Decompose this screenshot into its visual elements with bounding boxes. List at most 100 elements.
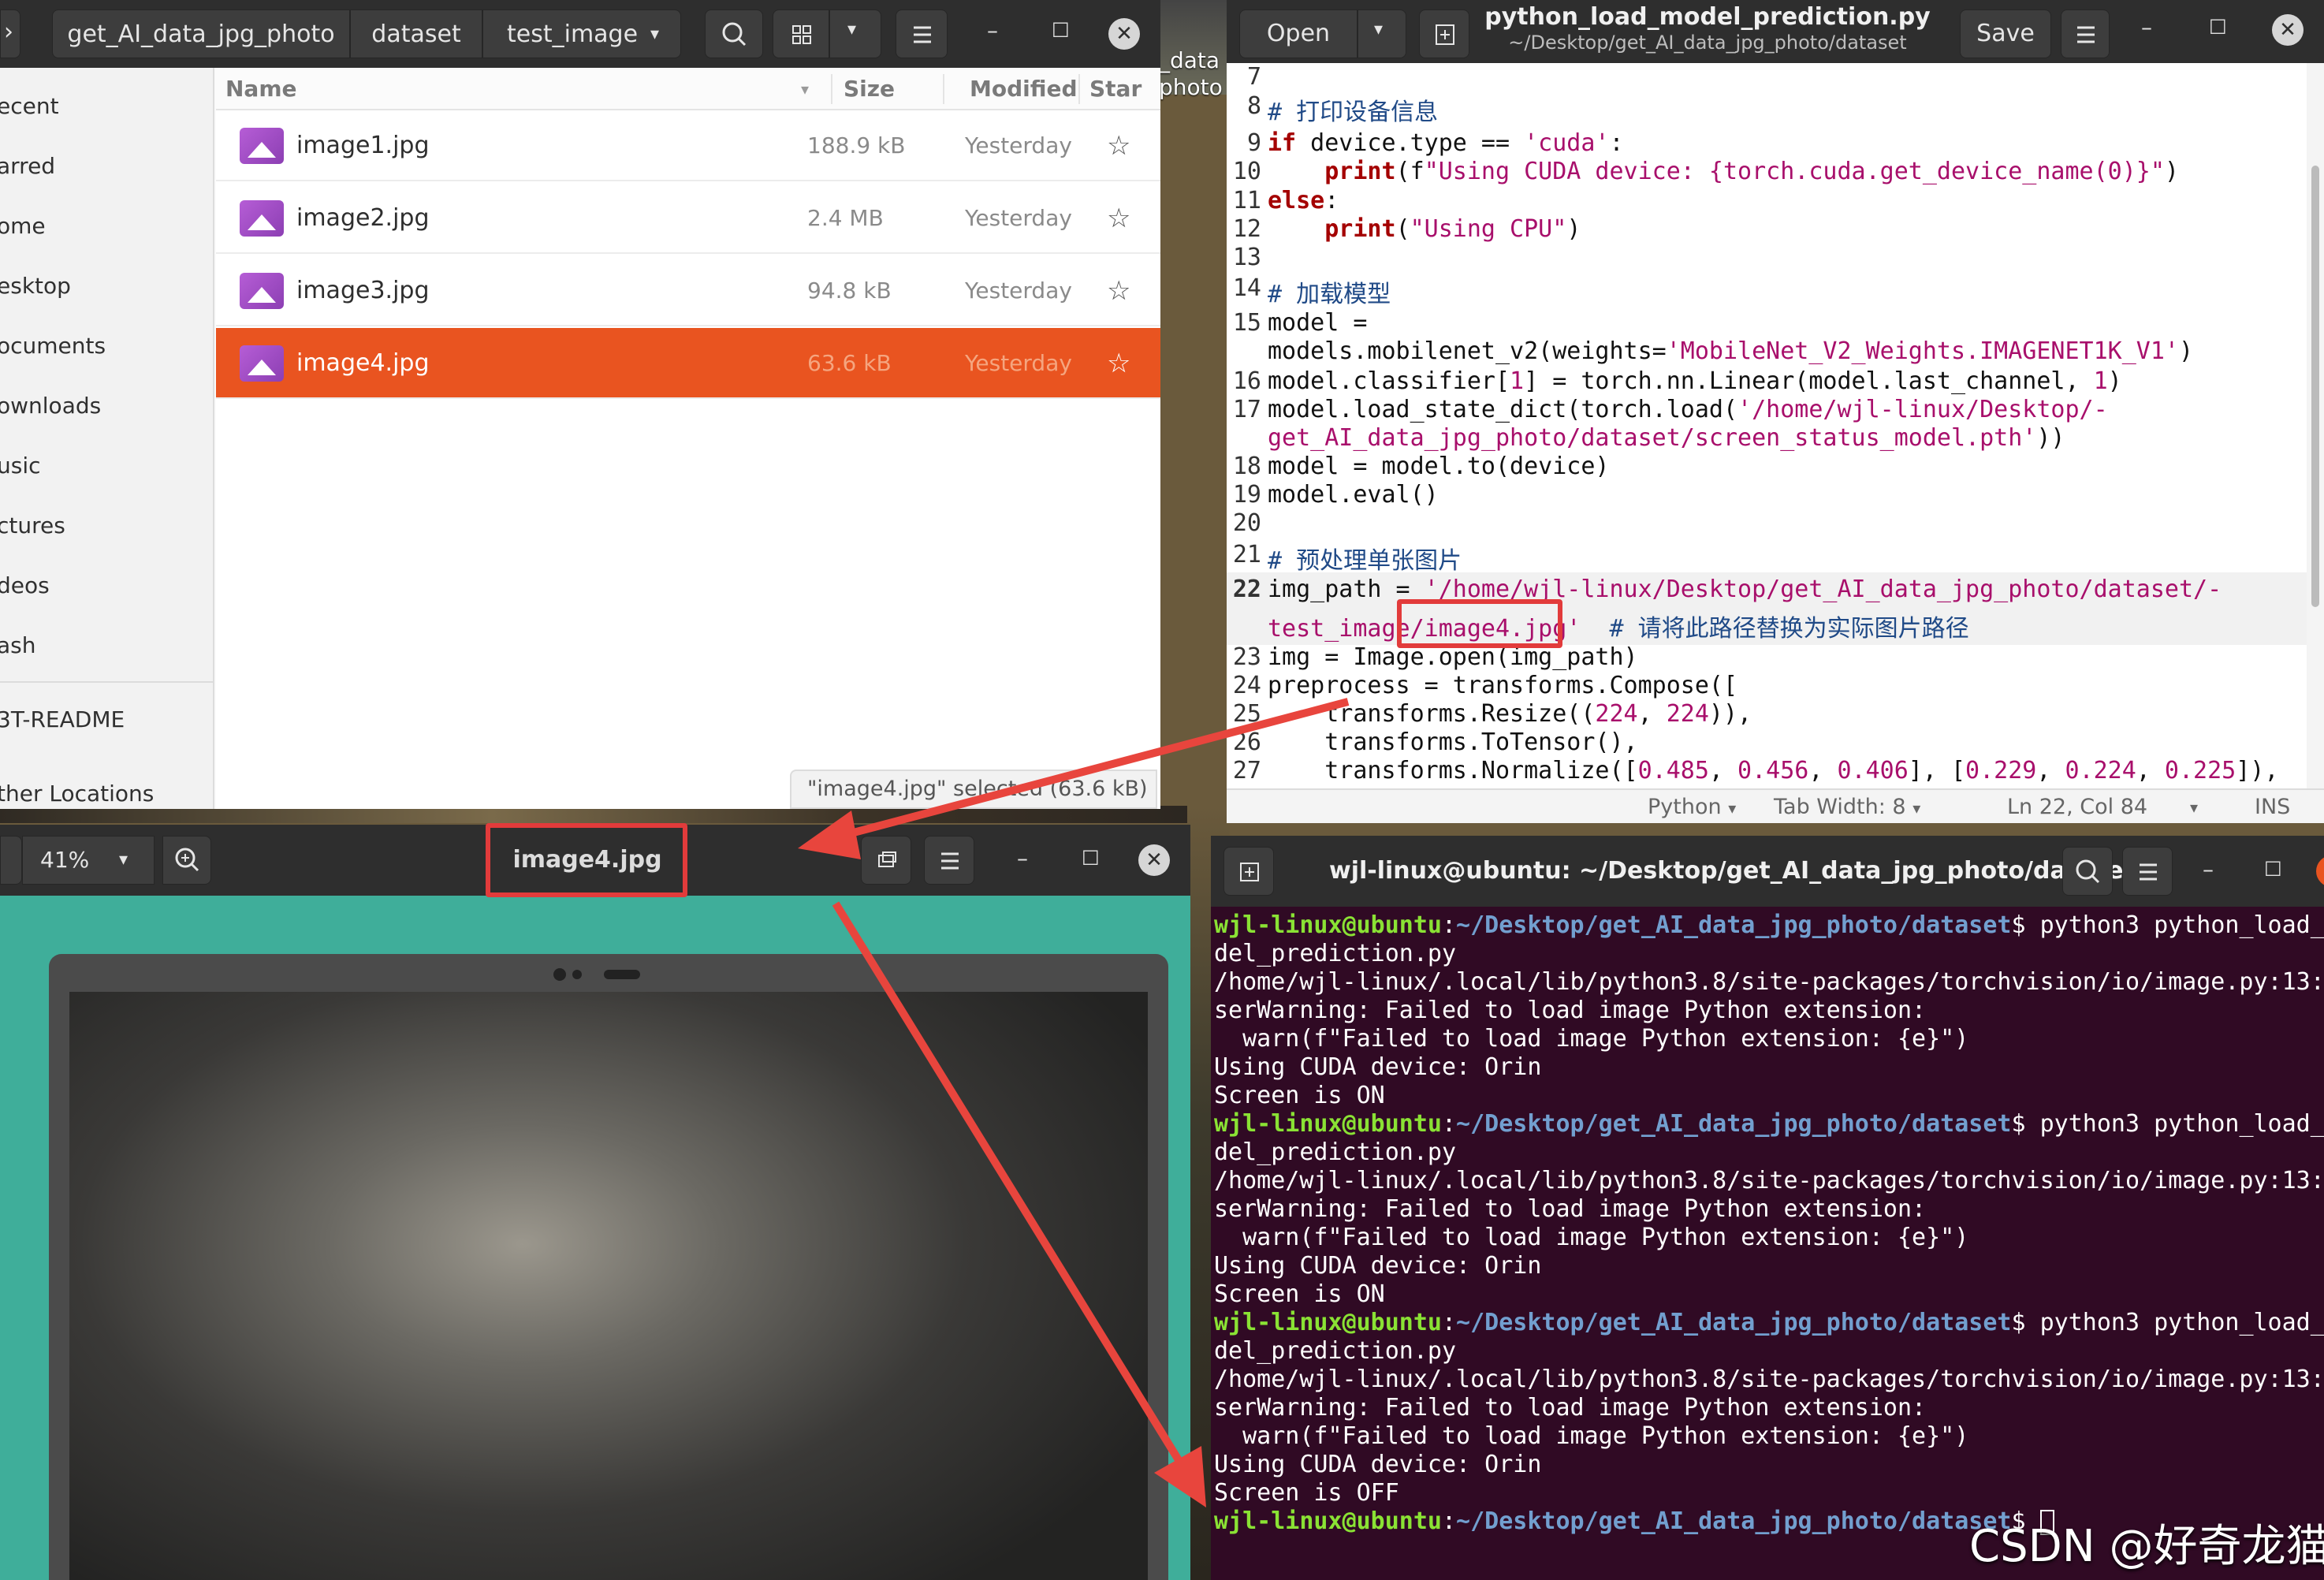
sidebar-item-readme[interactable]: 3T-README bbox=[0, 706, 125, 732]
code-line: test_image/image4.jpg' # 请将此路径替换为实际图片路径 bbox=[1268, 615, 1969, 643]
sidebar-item-other-locations[interactable]: ther Locations bbox=[0, 781, 154, 807]
chevron-down-icon: ▾ bbox=[650, 24, 660, 44]
annotation-box-path bbox=[1397, 599, 1562, 648]
terminal-line: del_prediction.py bbox=[1214, 1337, 1457, 1365]
terminal-menu-button[interactable] bbox=[2122, 847, 2173, 896]
maximize-icon[interactable]: □ bbox=[2264, 856, 2282, 878]
zoom-in-icon bbox=[175, 848, 199, 872]
minimize-icon[interactable]: – bbox=[2141, 14, 2152, 40]
column-name[interactable]: Name bbox=[225, 68, 297, 110]
sidebar-item-home[interactable]: ome bbox=[0, 213, 46, 239]
back-button[interactable]: › bbox=[0, 9, 20, 58]
sidebar-item-desktop[interactable]: esktop bbox=[0, 273, 71, 299]
terminal-output[interactable]: wjl-linux@ubuntu:~/Desktop/get_AI_data_j… bbox=[1211, 907, 2324, 1580]
breadcrumb-item[interactable]: get_AI_data_jpg_photo bbox=[52, 9, 350, 58]
table-row-selected[interactable]: image4.jpg 63.6 kB Yesterday ☆ bbox=[216, 328, 1160, 399]
sidebar-item-pictures[interactable]: ctures bbox=[0, 512, 65, 538]
file-modified: Yesterday bbox=[965, 205, 1072, 231]
open-dropdown-button[interactable]: ▾ bbox=[1358, 9, 1406, 58]
chevron-down-icon: ▾ bbox=[1728, 799, 1737, 818]
close-icon[interactable]: ✕ bbox=[2272, 14, 2304, 46]
sidebar-item-downloads[interactable]: ownloads bbox=[0, 393, 101, 419]
search-button[interactable] bbox=[705, 9, 763, 58]
line-number: 12 bbox=[1232, 215, 1261, 243]
column-star[interactable]: Star bbox=[1089, 68, 1142, 110]
code-line: transforms.Resize((224, 224)), bbox=[1268, 700, 1752, 728]
view-grid-button[interactable] bbox=[773, 9, 829, 58]
sidebar-item-starred[interactable]: arred bbox=[0, 153, 55, 179]
save-button[interactable]: Save bbox=[1960, 9, 2051, 58]
chevron-down-icon: ▾ bbox=[1912, 799, 1921, 818]
column-size[interactable]: Size bbox=[844, 68, 895, 110]
maximize-icon[interactable]: □ bbox=[2209, 14, 2227, 36]
scrollbar-thumb[interactable] bbox=[2311, 166, 2319, 607]
slideshow-button[interactable] bbox=[861, 836, 911, 885]
open-button[interactable]: Open bbox=[1239, 9, 1358, 58]
zoom-out-button[interactable] bbox=[0, 836, 22, 885]
terminal-line: warn(f"Failed to load image Python exten… bbox=[1214, 1224, 1969, 1251]
cursor-position[interactable]: Ln 22, Col 84 bbox=[2007, 793, 2147, 822]
terminal-line: /home/wjl-linux/.local/lib/python3.8/sit… bbox=[1214, 1366, 2324, 1393]
terminal-line: del_prediction.py bbox=[1214, 940, 1457, 967]
terminal-search-button[interactable] bbox=[2062, 847, 2113, 896]
close-icon[interactable] bbox=[2316, 855, 2324, 887]
table-row[interactable]: image2.jpg 2.4 MB Yesterday ☆ bbox=[216, 183, 1160, 254]
viewer-menu-button[interactable] bbox=[924, 836, 974, 885]
file-name: image3.jpg bbox=[296, 277, 430, 304]
star-icon[interactable]: ☆ bbox=[1107, 183, 1130, 254]
star-icon[interactable]: ☆ bbox=[1107, 255, 1130, 326]
terminal-line: del_prediction.py bbox=[1214, 1138, 1457, 1166]
code-line: # 打印设备信息 bbox=[1268, 99, 1439, 126]
minimize-icon[interactable]: – bbox=[987, 17, 998, 43]
sidebar-item-music[interactable]: usic bbox=[0, 453, 41, 479]
code-view[interactable]: 7 8 9 10 11 12 13 14 15 16 17 18 19 20 2… bbox=[1227, 63, 2307, 788]
minimize-icon[interactable]: – bbox=[2203, 856, 2214, 882]
editor-scrollbar[interactable] bbox=[2307, 63, 2324, 788]
line-number: 24 bbox=[1232, 672, 1261, 699]
file-modified: Yesterday bbox=[965, 350, 1072, 376]
maximize-icon[interactable]: □ bbox=[1082, 845, 1100, 867]
new-tab-button[interactable] bbox=[1419, 9, 1469, 58]
file-size: 63.6 kB bbox=[807, 350, 892, 376]
breadcrumb-item-current[interactable]: test_image ▾ bbox=[482, 9, 681, 58]
sidebar-item-recent[interactable]: ecent bbox=[0, 93, 59, 119]
annotation-box-title bbox=[486, 823, 687, 897]
star-icon[interactable]: ☆ bbox=[1107, 328, 1130, 399]
close-icon[interactable]: ✕ bbox=[1108, 18, 1140, 50]
table-row[interactable]: image3.jpg 94.8 kB Yesterday ☆ bbox=[216, 255, 1160, 326]
maximize-icon[interactable]: □ bbox=[1052, 17, 1070, 39]
sort-arrow-icon[interactable]: ▾ bbox=[801, 68, 809, 110]
column-modified[interactable]: Modified bbox=[970, 68, 1078, 110]
sidebar-item-documents[interactable]: ocuments bbox=[0, 333, 106, 359]
table-row[interactable]: image1.jpg 188.9 kB Yesterday ☆ bbox=[216, 110, 1160, 181]
hamburger-icon bbox=[914, 26, 931, 43]
grid-icon bbox=[792, 25, 811, 44]
terminal-line: serWarning: Failed to load image Python … bbox=[1214, 1195, 1927, 1223]
sidebar-item-trash[interactable]: ash bbox=[0, 632, 36, 658]
minimize-icon[interactable]: – bbox=[1017, 845, 1028, 871]
chevron-down-icon[interactable]: ▾ bbox=[2190, 793, 2198, 822]
zoom-level-selector[interactable]: 41% ▾ bbox=[22, 836, 155, 885]
search-icon bbox=[2076, 859, 2100, 884]
new-terminal-tab-button[interactable] bbox=[1223, 847, 1274, 896]
tab-width-selector[interactable]: Tab Width: 8 ▾ bbox=[1774, 793, 1920, 822]
line-number: 19 bbox=[1232, 481, 1261, 509]
menu-button[interactable] bbox=[896, 9, 948, 58]
column-header: Name ▾ Size Modified Star bbox=[216, 68, 1160, 110]
terminal-line: serWarning: Failed to load image Python … bbox=[1214, 997, 1927, 1024]
file-name: image2.jpg bbox=[296, 204, 430, 232]
view-options-button[interactable]: ▾ bbox=[829, 9, 881, 58]
code-line: transforms.ToTensor(), bbox=[1268, 729, 1638, 756]
line-number: 23 bbox=[1232, 643, 1261, 671]
sidebar-item-videos[interactable]: deos bbox=[0, 572, 50, 598]
desktop-folder-label[interactable]: _data photo bbox=[1159, 47, 1223, 101]
terminal-line: serWarning: Failed to load image Python … bbox=[1214, 1394, 1927, 1422]
close-icon[interactable]: ✕ bbox=[1138, 844, 1170, 876]
new-tab-icon bbox=[1240, 863, 1259, 881]
editor-menu-button[interactable] bbox=[2061, 9, 2110, 58]
star-icon[interactable]: ☆ bbox=[1107, 110, 1130, 181]
photo-laptop-screen bbox=[69, 992, 1148, 1580]
breadcrumb-item[interactable]: dataset bbox=[350, 9, 482, 58]
zoom-in-button[interactable] bbox=[162, 836, 211, 885]
language-selector[interactable]: Python ▾ bbox=[1648, 793, 1736, 822]
